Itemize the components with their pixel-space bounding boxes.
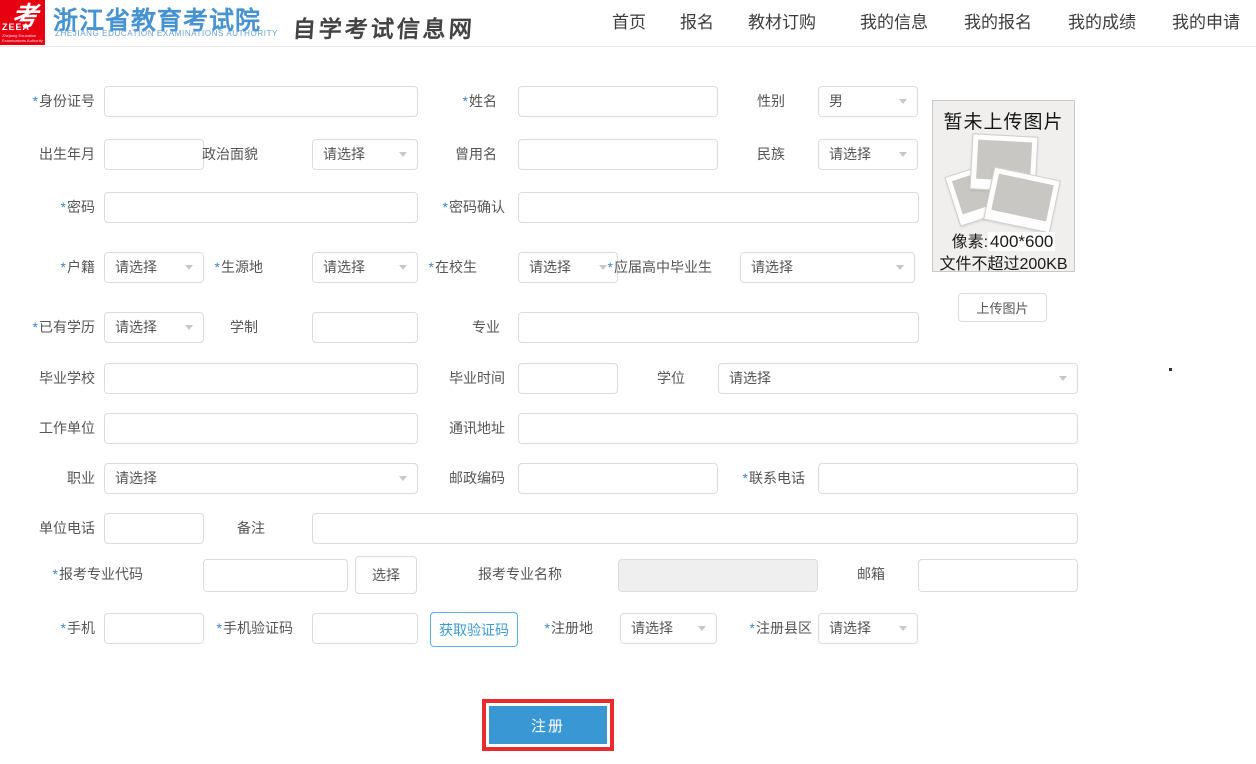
nav-home[interactable]: 首页 xyxy=(612,0,646,46)
hs-graduate-select[interactable]: 请选择 xyxy=(740,252,915,283)
pixel-requirement: 像素:400*600 xyxy=(933,228,1074,252)
address-input[interactable] xyxy=(518,413,1078,444)
label-postcode: 邮政编码 xyxy=(400,463,505,494)
major-code-input[interactable] xyxy=(203,559,348,592)
required-mark: * xyxy=(463,93,468,109)
chevron-down-icon xyxy=(896,265,904,270)
postcode-input[interactable] xyxy=(518,463,718,494)
reg-county-select[interactable]: 请选择 xyxy=(818,613,918,644)
label-birth: 出生年月 xyxy=(5,139,95,170)
email-input[interactable] xyxy=(918,559,1078,592)
choose-major-button[interactable]: 选择 xyxy=(355,556,417,594)
gender-select[interactable]: 男 xyxy=(818,86,918,117)
sms-code-input[interactable] xyxy=(312,613,418,644)
required-mark: * xyxy=(61,199,66,215)
nav-materials[interactable]: 教材订购 xyxy=(748,0,816,46)
zeea-logo: 考 ZEEA Zhejiang Education Examinations A… xyxy=(0,0,45,45)
logo-subtext-2: Examinations Authority xyxy=(2,38,43,43)
required-mark: * xyxy=(545,620,550,636)
registration-page: 考 ZEEA Zhejiang Education Examinations A… xyxy=(0,0,1256,764)
label-grad-time: 毕业时间 xyxy=(400,363,505,394)
label-address: 通讯地址 xyxy=(400,413,505,444)
required-mark: * xyxy=(429,259,434,275)
id-number-input[interactable] xyxy=(104,86,418,117)
required-mark: * xyxy=(53,566,58,582)
label-education: *已有学历 xyxy=(5,312,95,343)
label-remarks: 备注 xyxy=(165,513,265,544)
nav-my-signup[interactable]: 我的报名 xyxy=(964,0,1032,46)
ethnicity-select[interactable]: 请选择 xyxy=(818,139,918,170)
label-ethnicity: 民族 xyxy=(685,139,785,170)
label-employer: 工作单位 xyxy=(5,413,95,444)
label-hs-graduate: *应届高中毕业生 xyxy=(590,252,712,283)
required-mark: * xyxy=(33,93,38,109)
label-gender: 性别 xyxy=(685,86,785,117)
upload-photo-button[interactable]: 上传图片 xyxy=(958,293,1047,322)
label-political: 政治面貌 xyxy=(160,139,258,170)
label-contact-phone: *联系电话 xyxy=(705,463,805,494)
label-school-years: 学制 xyxy=(158,312,258,343)
label-name: *姓名 xyxy=(400,86,497,117)
header: 考 ZEEA Zhejiang Education Examinations A… xyxy=(0,0,1256,47)
nav-signup[interactable]: 报名 xyxy=(680,0,714,46)
label-work-phone: 单位电话 xyxy=(5,513,95,544)
label-mobile: *手机 xyxy=(5,613,95,644)
label-major: 专业 xyxy=(400,312,500,343)
required-mark: * xyxy=(443,199,448,215)
grad-school-input[interactable] xyxy=(104,363,418,394)
label-in-school: *在校生 xyxy=(377,252,477,283)
org-title-en: ZHEJIANG EDUCATION EXAMINATIONS AUTHORIT… xyxy=(55,29,278,38)
required-mark: * xyxy=(750,620,755,636)
nav-my-info[interactable]: 我的信息 xyxy=(860,0,928,46)
major-input[interactable] xyxy=(518,312,919,343)
occupation-select[interactable]: 请选择 xyxy=(104,463,418,494)
label-origin: *生源地 xyxy=(163,252,263,283)
chevron-down-icon xyxy=(1059,376,1067,381)
required-mark: * xyxy=(61,620,66,636)
label-former-name: 曾用名 xyxy=(400,139,497,170)
required-mark: * xyxy=(33,319,38,335)
nav-my-scores[interactable]: 我的成绩 xyxy=(1068,0,1136,46)
contact-phone-input[interactable] xyxy=(818,463,1078,494)
required-mark: * xyxy=(61,259,66,275)
size-requirement: 文件不超过200KB xyxy=(933,250,1074,272)
photo-placeholder: 暂未上传图片 像素:400*600 文件不超过200KB xyxy=(932,100,1075,272)
reg-place-select[interactable]: 请选择 xyxy=(620,613,717,644)
label-occupation: 职业 xyxy=(5,463,95,494)
label-password: *密码 xyxy=(5,192,95,223)
label-major-code: *报考专业代码 xyxy=(23,559,143,590)
label-password-confirm: *密码确认 xyxy=(400,192,505,223)
nav-my-apply[interactable]: 我的申请 xyxy=(1172,0,1240,46)
required-mark: * xyxy=(743,470,748,486)
register-button[interactable]: 注册 xyxy=(489,706,607,744)
label-grad-school: 毕业学校 xyxy=(5,363,95,394)
chevron-down-icon xyxy=(899,626,907,631)
no-photo-text: 暂未上传图片 xyxy=(933,107,1074,134)
password-confirm-input[interactable] xyxy=(518,192,919,223)
stray-dot xyxy=(1169,368,1172,371)
label-household: *户籍 xyxy=(5,252,95,283)
register-highlight-box: 注册 xyxy=(482,699,614,751)
required-mark: * xyxy=(215,259,220,275)
employer-input[interactable] xyxy=(104,413,418,444)
label-reg-county: *注册县区 xyxy=(712,613,812,644)
site-name: 自学考试信息网 xyxy=(292,10,476,44)
label-id-number: *身份证号 xyxy=(5,86,95,117)
label-sms-code: *手机验证码 xyxy=(193,613,293,644)
mobile-input[interactable] xyxy=(104,613,204,644)
required-mark: * xyxy=(608,259,613,275)
label-email: 邮箱 xyxy=(785,559,885,590)
chevron-down-icon xyxy=(899,152,907,157)
chevron-down-icon xyxy=(698,626,706,631)
label-degree: 学位 xyxy=(585,363,685,394)
chevron-down-icon xyxy=(899,99,907,104)
required-mark: * xyxy=(217,620,222,636)
photo-stack-illustration xyxy=(933,133,1074,229)
degree-select[interactable]: 请选择 xyxy=(718,363,1078,394)
label-major-name: 报考专业名称 xyxy=(478,559,608,590)
label-reg-place: *注册地 xyxy=(493,613,593,644)
password-input[interactable] xyxy=(104,192,418,223)
remarks-input[interactable] xyxy=(312,513,1078,544)
logo-acronym: ZEEA xyxy=(2,22,30,32)
